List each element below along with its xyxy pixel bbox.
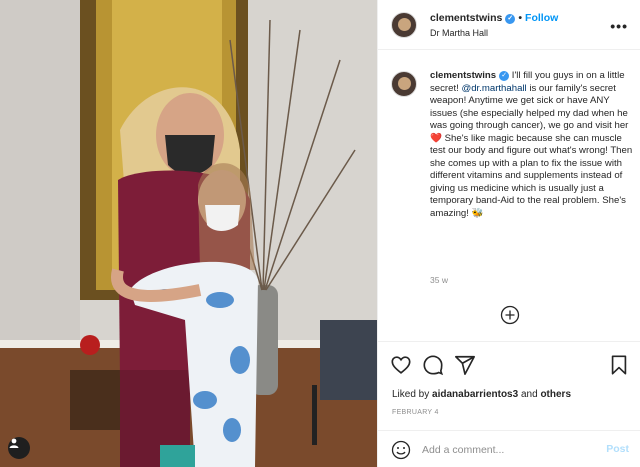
comment-bar: Post [378,430,640,467]
action-bar: Liked by aidanabarrientos3 and others FE… [378,341,640,441]
emoji-icon[interactable] [391,440,411,460]
post-comment-button[interactable]: Post [606,443,629,455]
comment-icon[interactable] [422,354,444,376]
comment-input[interactable] [422,441,597,459]
likes-user-link[interactable]: aidanabarrientos3 [432,389,518,400]
likes-others-link[interactable]: others [540,389,571,400]
username-link[interactable]: clementstwins [430,12,502,24]
likes-prefix: Liked by [392,389,433,400]
verified-badge-icon: ✓ [505,14,516,24]
post-side-panel: clementstwins ✓ • Follow Dr Martha Hall cle… [377,0,640,467]
mention-link[interactable]: @dr.marthahall [461,83,526,94]
caption-avatar[interactable] [391,71,417,97]
tagged-user-button[interactable] [8,437,30,459]
follow-button[interactable]: Follow [525,12,558,24]
heart-icon[interactable] [390,354,412,376]
heart-emoji: ❤️ [430,132,442,144]
share-icon[interactable] [454,354,476,376]
post-header: clementstwins ✓ • Follow Dr Martha Hall [378,0,640,50]
photo-illustration [0,0,377,467]
caption-text: clementstwins ✓ I'll fill you guys in on … [430,70,636,220]
caption-username[interactable]: clementstwins [430,70,496,81]
user-icon [9,438,19,448]
post-photo[interactable] [0,0,377,467]
verified-badge-icon: ✓ [499,71,510,81]
more-options-icon[interactable]: ••• [610,18,628,34]
post-date: FEBRUARY 4 [392,409,439,416]
bee-emoji: 🐝 [471,207,484,219]
separator-dot: • [518,12,523,24]
avatar[interactable] [391,12,417,38]
header-user-line: clementstwins ✓ • Follow [430,12,558,24]
caption-timestamp[interactable]: 35 w [430,275,448,285]
load-more-comments-icon[interactable] [500,305,520,325]
caption-part-3: She's like magic because she can muscle … [430,132,633,219]
likes-suffix: and [518,389,541,400]
location-link[interactable]: Dr Martha Hall [430,28,488,38]
likes-summary: Liked by aidanabarrientos3 and others [392,389,571,400]
bookmark-icon[interactable] [608,354,630,376]
